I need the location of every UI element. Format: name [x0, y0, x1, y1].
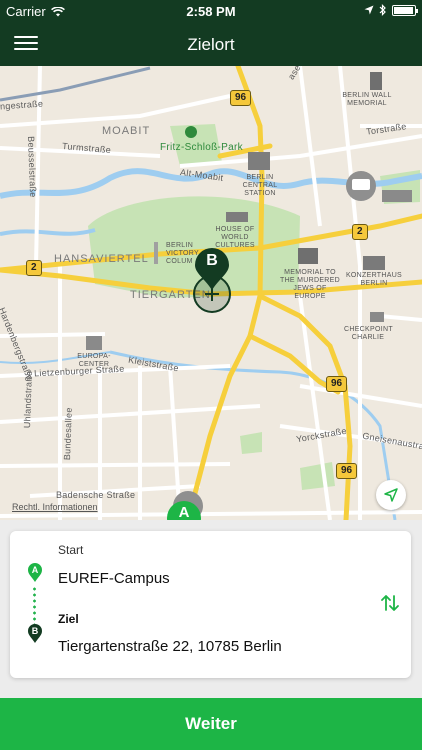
start-marker-icon: A: [27, 563, 43, 583]
start-field[interactable]: EUREF-Campus: [58, 570, 170, 587]
location-arrow-icon: [384, 488, 398, 502]
poi-holocaust-memorial: MEMORIAL TO THE MURDERED JEWS OF EUROPE: [280, 269, 340, 300]
road-shield: 2: [26, 260, 42, 276]
street-label: Uhlandstraße: [22, 370, 35, 429]
destination-caption: Ziel: [58, 612, 79, 626]
status-bar: Carrier 2:58 PM: [0, 0, 422, 22]
locate-me-button[interactable]: [376, 480, 406, 510]
battery-icon: [392, 4, 418, 16]
legal-info-link[interactable]: Rechtl. Informationen: [12, 502, 98, 512]
location-arrow-icon: [364, 5, 374, 15]
start-pin[interactable]: A: [166, 500, 202, 520]
road-shield: 96: [230, 90, 252, 106]
road-shield: 2: [352, 224, 368, 240]
destination-marker-letter: B: [31, 626, 39, 636]
district-label: HANSAVIERTEL: [54, 253, 149, 265]
park-label: Fritz-Schloß-Park: [160, 142, 243, 153]
navigation-bar: Zielort: [0, 22, 422, 66]
page-title: Zielort: [187, 35, 235, 54]
destination-pin[interactable]: B: [190, 248, 234, 314]
poi-konzerthaus: KONZERTHAUS BERLIN: [345, 272, 403, 287]
poi-central-station: BERLIN CENTRAL STATION: [242, 174, 278, 197]
poi-berlin-wall-memorial: BERLIN WALL MEMORIAL: [342, 92, 392, 107]
start-pin-letter: A: [178, 504, 190, 520]
start-marker-letter: A: [31, 565, 39, 575]
destination-marker-icon: B: [27, 624, 43, 644]
destination-pin-letter: B: [206, 252, 218, 269]
road-shield: 96: [336, 463, 358, 479]
swap-arrows-icon[interactable]: [378, 591, 402, 615]
poi-house-of-world-cultures: HOUSE OF WORLD CULTURES: [215, 226, 255, 249]
bluetooth-icon: [379, 4, 386, 16]
battery-fill: [394, 6, 413, 14]
continue-button[interactable]: Weiter: [0, 698, 422, 750]
poi-checkpoint-charlie: CHECKPOINT CHARLIE: [344, 326, 393, 341]
street-label: Badensche Straße: [56, 490, 136, 500]
poi-europa-center: EUROPA-CENTER: [77, 353, 111, 368]
route-connector: [33, 586, 36, 626]
road-shield: 96: [326, 376, 348, 392]
status-right-group: [364, 4, 418, 16]
street-label: Bundesallee: [62, 407, 74, 461]
status-time: 2:58 PM: [186, 4, 236, 19]
start-caption: Start: [58, 543, 84, 557]
destination-field[interactable]: Tiergartenstraße 22, 10785 Berlin: [58, 638, 282, 655]
district-label: MOABIT: [102, 125, 151, 137]
route-card: A B Start EUREF-Campus Ziel Tiergartenst…: [10, 531, 411, 678]
street-label: Beusselstraße: [26, 136, 39, 198]
map-view[interactable]: MOABIT HANSAVIERTEL TIERGARTEN ngestraße…: [0, 66, 422, 520]
